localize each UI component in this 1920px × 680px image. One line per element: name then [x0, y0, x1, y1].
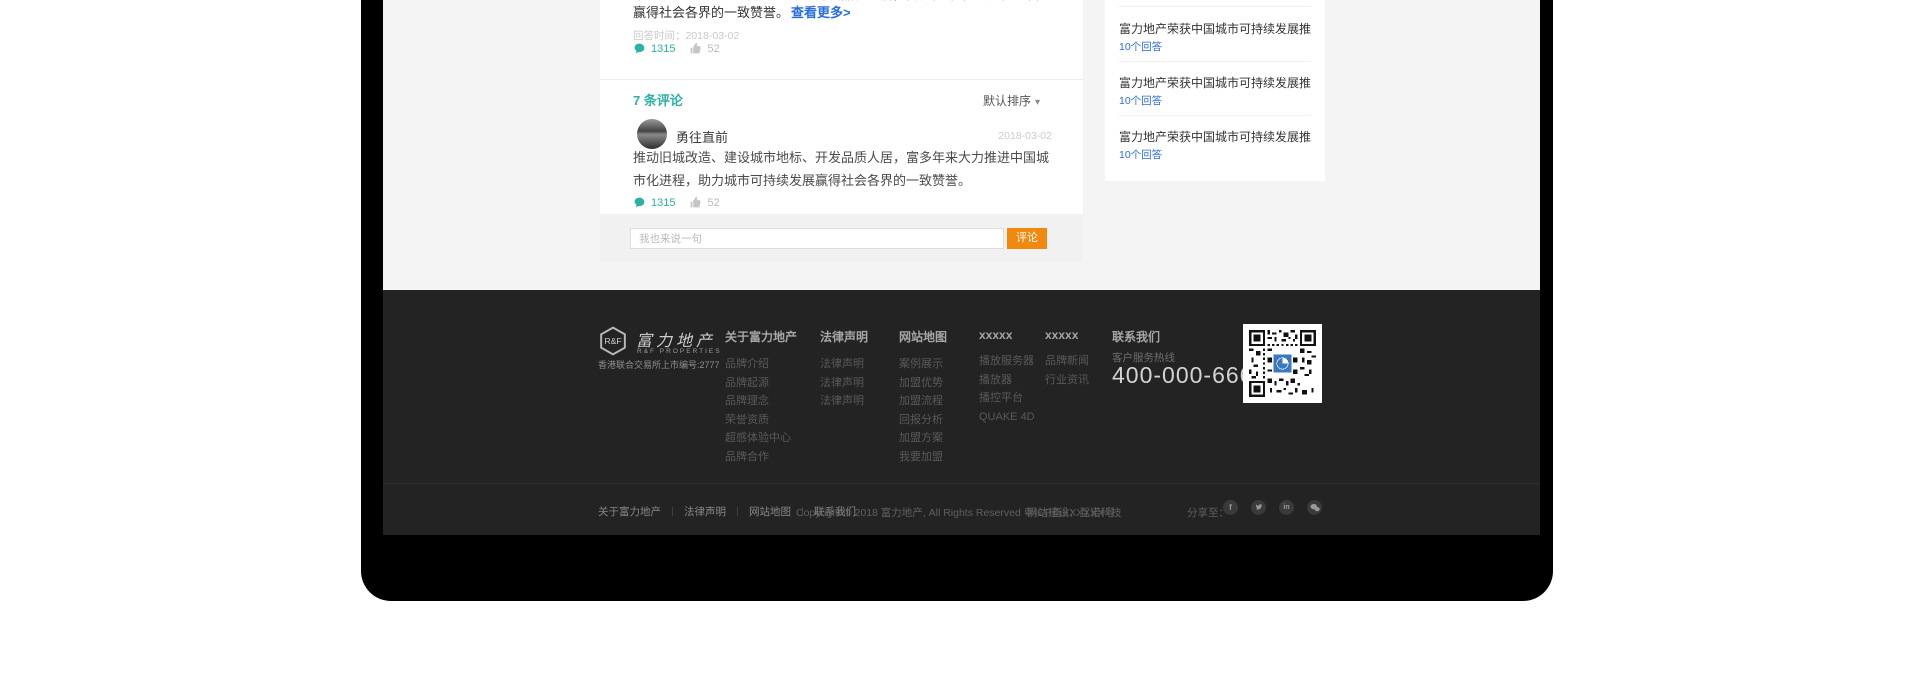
comment-bubble-icon[interactable] — [633, 196, 646, 209]
webpage: 推动旧城改造、建设城市地标、开发品质人居，富力多年来大力推进中国城市化进程，助力… — [383, 0, 1540, 535]
divider — [600, 79, 1083, 80]
comments-count-heading: 7 条评论 — [633, 90, 683, 109]
footer-link[interactable]: 播控平台 — [979, 389, 1035, 408]
footer-link[interactable]: 法律声明 — [820, 355, 868, 374]
article-comments-card: 推动旧城改造、建设城市地标、开发品质人居，富力多年来大力推进中国城市化进程，助力… — [600, 0, 1083, 262]
article-last-line: 赢得社会各界的一致赞誉。查看更多> — [633, 5, 851, 21]
sort-label: 默认排序 — [983, 94, 1031, 108]
footer-link[interactable]: 品牌介绍 — [725, 355, 797, 374]
rf-hexagon-logo-icon: R&F — [598, 326, 628, 361]
footer-bottom-bar: 关于富力地产 法律声明 网站地图 联系我们 Copyright © 2018 富… — [383, 484, 1540, 535]
footer-column-header: 网站地图 — [899, 328, 947, 345]
footer-column-header: 法律声明 — [820, 328, 868, 345]
footer-link[interactable]: 品牌理念 — [725, 392, 797, 411]
related-questions-card: 富力地产荣获中国城市可持续发展推动力... 10个回答 富力地产荣获中国城市可持… — [1105, 0, 1325, 181]
divider — [672, 507, 673, 516]
footer-column-header: 关于富力地产 — [725, 328, 797, 345]
comment-like-count: 52 — [707, 197, 719, 209]
see-more-link[interactable]: 查看更多> — [791, 5, 851, 20]
related-question-replies[interactable]: 10个回答 — [1119, 39, 1162, 54]
site-footer: R&F 富力地产 R&F PROPERTIES 香港联合交易所上市编号:2777… — [383, 290, 1540, 535]
footer-link[interactable]: 品牌新闻 — [1045, 352, 1089, 371]
comment-date: 2018-03-02 — [998, 130, 1052, 142]
site-builder-text: 网站建设：互诺科技 — [1027, 505, 1122, 520]
qr-code — [1243, 324, 1322, 403]
hotline-phone-number: 400-000-666 — [1112, 362, 1253, 389]
comment-bubble-icon[interactable] — [633, 42, 646, 55]
comment-text: 推动旧城改造、建设城市地标、开发品质人居，富多年来大力推进中国城市化进程，助力城… — [633, 146, 1051, 192]
device-frame: 推动旧城改造、建设城市地标、开发品质人居，富力多年来大力推进中国城市化进程，助力… — [361, 0, 1553, 601]
footer-column-x1: xxxxx 播放服务器 播放器 播控平台 QUAKE 4D — [979, 328, 1035, 426]
footer-column-sitemap: 网站地图 案例展示 加盟优势 加盟流程 回报分析 加盟方案 我要加盟 — [899, 328, 947, 466]
footer-column-header: xxxxx — [979, 328, 1035, 342]
thumbs-up-icon[interactable] — [689, 196, 702, 209]
facebook-icon[interactable]: f — [1223, 500, 1238, 515]
comment-input[interactable] — [630, 228, 1004, 249]
footer-column-x2: xxxxx 品牌新闻 行业资讯 — [1045, 328, 1089, 389]
answer-time-value: 2018-03-02 — [686, 30, 740, 42]
footer-link[interactable]: 加盟流程 — [899, 392, 947, 411]
footer-link[interactable]: 品牌起源 — [725, 374, 797, 393]
related-question-title[interactable]: 富力地产荣获中国城市可持续发展推动力... — [1119, 20, 1311, 37]
list-item[interactable]: 富力地产荣获中国城市可持续发展推动力... 10个回答 — [1119, 8, 1311, 62]
bottom-link-legal[interactable]: 法律声明 — [684, 504, 726, 519]
footer-logo-en: R&F PROPERTIES — [637, 348, 722, 355]
article-like-count: 52 — [707, 43, 719, 55]
sort-dropdown[interactable]: 默认排序 ▾ — [983, 92, 1040, 109]
comment-username: 勇往直前 — [676, 127, 728, 146]
related-question-replies[interactable]: 10个回答 — [1119, 93, 1162, 108]
footer-link[interactable]: 法律声明 — [820, 374, 868, 393]
footer-link[interactable]: 荣誉资质 — [725, 411, 797, 430]
answer-time-label: 回答时间： — [633, 30, 686, 42]
footer-link[interactable]: 播放器 — [979, 371, 1035, 390]
article-stats: 1315 52 — [633, 42, 720, 55]
related-question-title[interactable]: 富力地产荣获中国城市可持续发展推动力... — [1119, 128, 1311, 145]
footer-link[interactable]: 行业资讯 — [1045, 371, 1089, 390]
answer-time: 回答时间：2018-03-02 — [633, 28, 739, 43]
footer-link[interactable]: 品牌合作 — [725, 448, 797, 467]
footer-column-legal: 法律声明 法律声明 法律声明 法律声明 — [820, 328, 868, 411]
list-item[interactable]: 富力地产荣获中国城市可持续发展推动力... 10个回答 — [1119, 62, 1311, 116]
wechat-icon[interactable] — [1307, 500, 1322, 515]
thumbs-up-icon[interactable] — [689, 42, 702, 55]
comment-submit-button[interactable]: 评论 — [1007, 228, 1047, 249]
footer-link[interactable]: 播放服务器 — [979, 352, 1035, 371]
footer-link[interactable]: 超感体验中心 — [725, 429, 797, 448]
footer-link[interactable]: QUAKE 4D — [979, 408, 1035, 427]
svg-text:R&F: R&F — [604, 336, 621, 346]
divider — [737, 507, 738, 516]
footer-link[interactable]: 我要加盟 — [899, 448, 947, 467]
chevron-down-icon: ▾ — [1035, 97, 1040, 108]
footer-link[interactable]: 法律声明 — [820, 392, 868, 411]
footer-link[interactable]: 回报分析 — [899, 411, 947, 430]
twitter-icon[interactable] — [1251, 500, 1266, 515]
bottom-link-sitemap[interactable]: 网站地图 — [749, 504, 791, 519]
comment-input-strip: 评论 — [600, 214, 1083, 262]
list-item[interactable]: 富力地产荣获中国城市可持续发展推动力... 10个回答 — [1119, 116, 1311, 170]
footer-link[interactable]: 案例展示 — [899, 355, 947, 374]
article-comment-count: 1315 — [651, 43, 675, 55]
footer-link[interactable]: 加盟优势 — [899, 374, 947, 393]
avatar[interactable] — [637, 119, 667, 149]
footer-stock-listing: 香港联合交易所上市编号:2777 — [598, 358, 720, 371]
footer-column-header: xxxxx — [1045, 328, 1089, 342]
divider — [1119, 6, 1311, 7]
article-text: 赢得社会各界的一致赞誉。 — [633, 5, 789, 20]
comment-comment-count: 1315 — [651, 197, 675, 209]
related-question-title[interactable]: 富力地产荣获中国城市可持续发展推动力... — [1119, 74, 1311, 91]
comment-stats: 1315 52 — [633, 196, 720, 209]
footer-link[interactable]: 加盟方案 — [899, 429, 947, 448]
related-question-replies[interactable]: 10个回答 — [1119, 147, 1162, 162]
footer-column-about: 关于富力地产 品牌介绍 品牌起源 品牌理念 荣誉资质 超感体验中心 品牌合作 — [725, 328, 797, 466]
bottom-link-about[interactable]: 关于富力地产 — [598, 504, 661, 519]
linkedin-icon[interactable]: in — [1279, 500, 1294, 515]
